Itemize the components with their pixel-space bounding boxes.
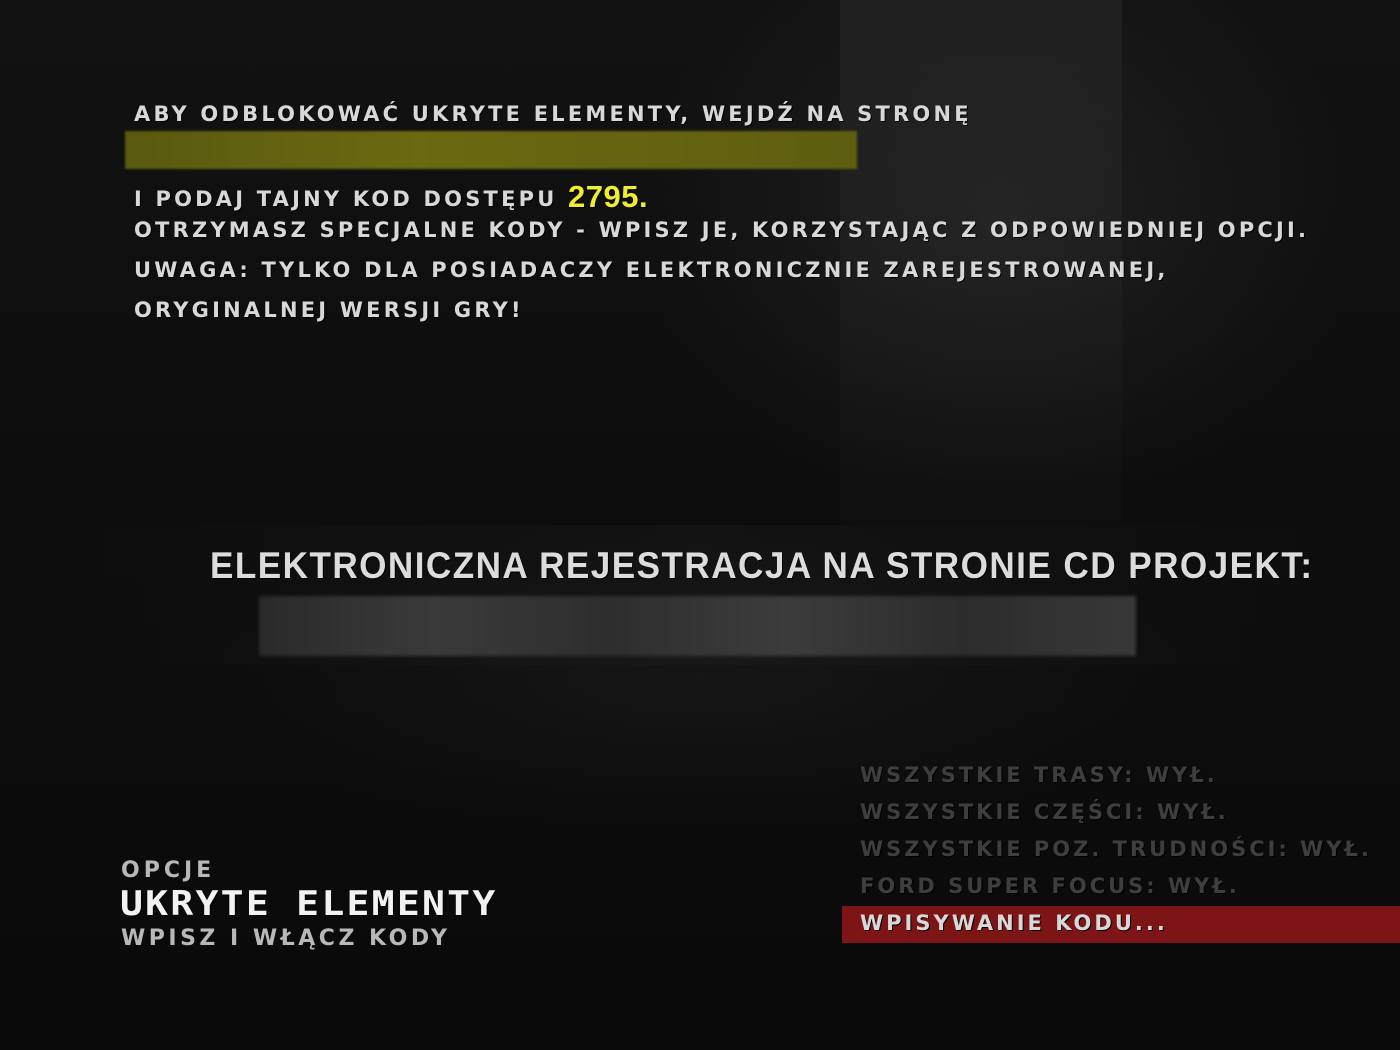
menu-item-all-tracks[interactable]: WSZYSTKIE TRASY: WYŁ. xyxy=(860,763,1218,787)
section-title: UKRYTE ELEMENTY xyxy=(120,884,498,924)
game-menu-screen: ABY ODBLOKOWAĆ UKRYTE ELEMENTY, WEJDŹ NA… xyxy=(0,0,1400,1050)
access-code-value: 2795. xyxy=(568,179,649,214)
menu-item-enter-code[interactable]: WPISYWANIE KODU... xyxy=(860,911,1168,935)
redacted-registration-url xyxy=(259,596,1136,656)
access-code-line: I PODAJ TAJNY KOD DOSTĘPU 2795. xyxy=(134,178,648,214)
menu-item-all-difficulty-levels[interactable]: WSZYSTKIE POZ. TRUDNOŚCI: WYŁ. xyxy=(860,837,1372,861)
registration-heading: ELEKTRONICZNA REJESTRACJA NA STRONIE CD … xyxy=(210,545,1314,586)
warning-line: UWAGA: TYLKO DLA POSIADACZY ELEKTRONICZN… xyxy=(134,258,1169,282)
access-code-label: I PODAJ TAJNY KOD DOSTĘPU xyxy=(134,187,568,211)
special-codes-line: OTRZYMASZ SPECJALNE KODY - WPISZ JE, KOR… xyxy=(134,218,1310,242)
menu-item-ford-super-focus[interactable]: FORD SUPER FOCUS: WYŁ. xyxy=(860,874,1240,898)
unlock-instructions-line: ABY ODBLOKOWAĆ UKRYTE ELEMENTY, WEJDŹ NA… xyxy=(134,102,972,126)
section-category: OPCJE xyxy=(121,858,216,883)
menu-item-all-parts[interactable]: WSZYSTKIE CZĘŚCI: WYŁ. xyxy=(860,800,1229,824)
warning-line-continued: ORYGINALNEJ WERSJI GRY! xyxy=(134,298,524,322)
section-subtitle: WPISZ I WŁĄCZ KODY xyxy=(121,926,451,951)
redacted-unlock-url xyxy=(125,131,857,169)
